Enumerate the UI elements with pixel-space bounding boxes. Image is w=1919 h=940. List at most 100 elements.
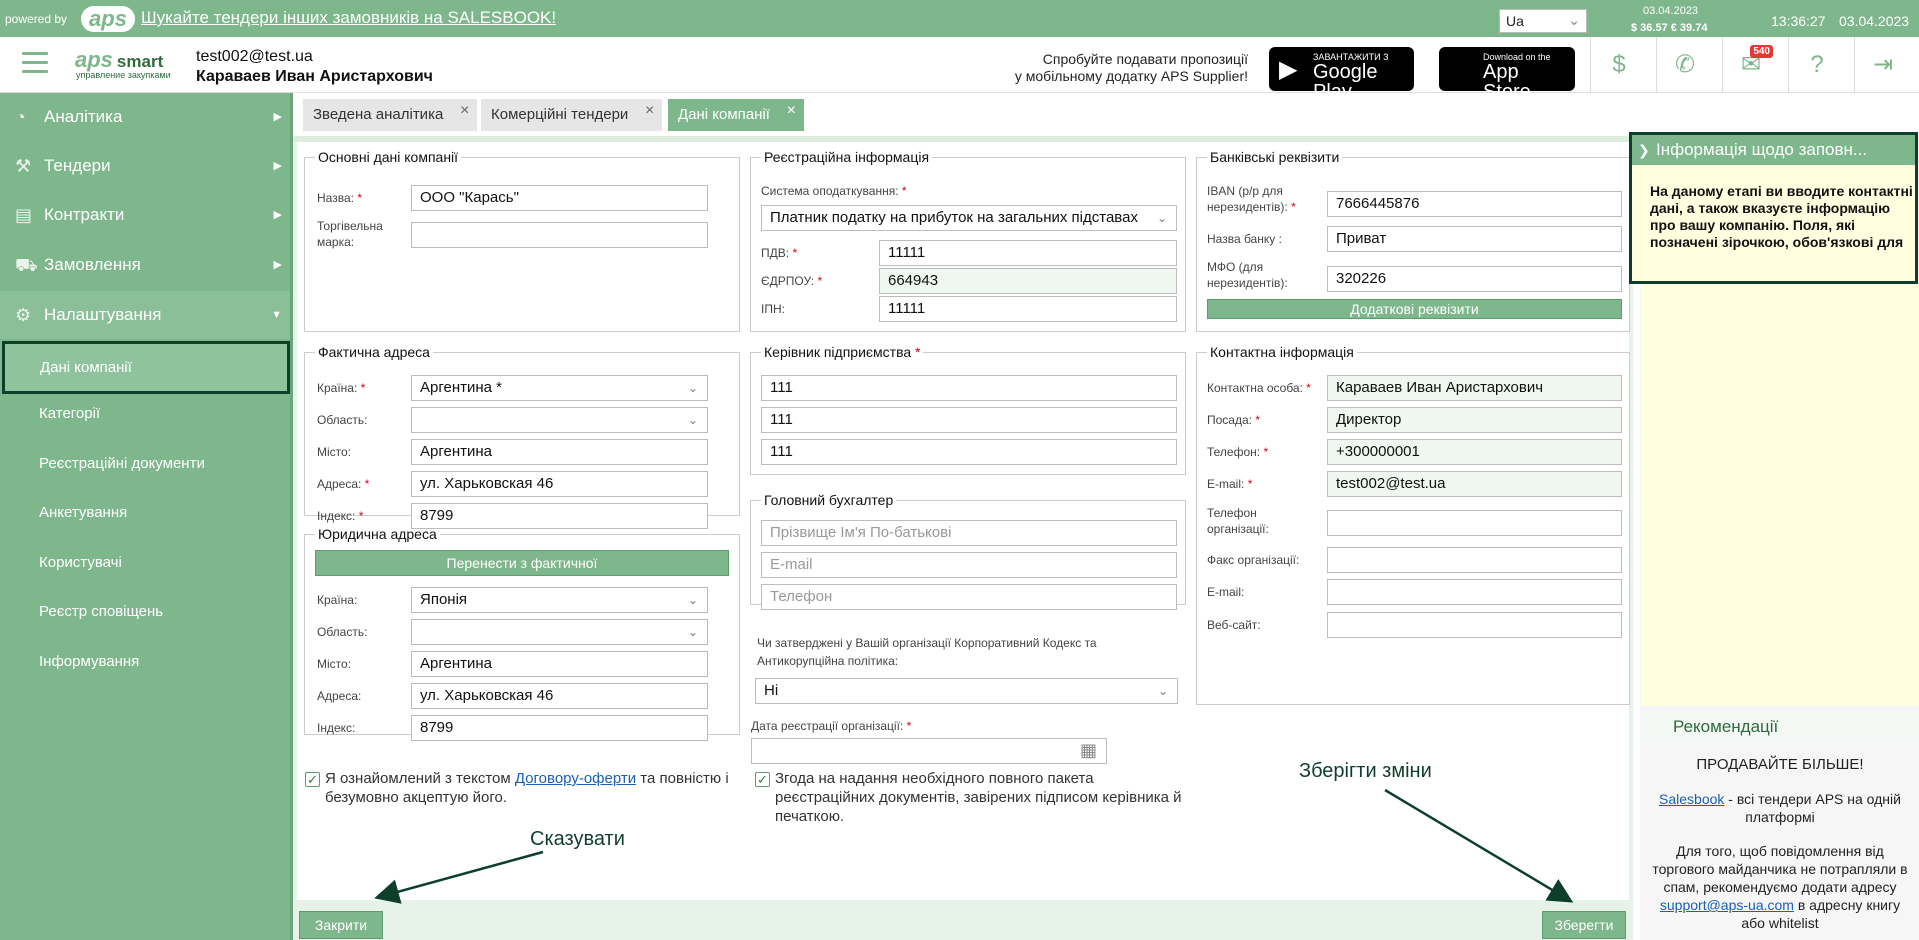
actual-region-select[interactable]: ⌄	[411, 407, 708, 433]
chevron-down-icon: ⌄	[1568, 12, 1580, 28]
sidebar-subitem-notifications-registry[interactable]: Реєстр сповіщень	[0, 592, 290, 632]
brand-label: Торгівельна марка:	[317, 219, 383, 249]
ipn-input[interactable]: 11111	[879, 296, 1177, 322]
mail-icon[interactable]: ✉ 540	[1722, 37, 1779, 93]
contact-person-label: Контактна особа: *	[1207, 381, 1311, 395]
sidebar-subitem-registration-documents[interactable]: Реєстраційні документи	[0, 444, 290, 484]
phone-icon[interactable]: ✆	[1656, 37, 1713, 93]
accountant-phone-input[interactable]: Телефон	[761, 584, 1177, 610]
region-label: Область:	[317, 413, 368, 427]
document-icon: ▤	[15, 205, 33, 225]
company-form: Основні дані компанії Назва: * ООО "Кара…	[297, 142, 1630, 900]
mobile-app-promo: Спробуйте подавати пропозиції у мобільно…	[1014, 51, 1248, 84]
bank-name-input[interactable]: Приват	[1327, 226, 1622, 252]
email-input[interactable]: test002@test.ua	[1327, 471, 1622, 497]
sidebar-subitem-company-data[interactable]: Дані компанії	[2, 341, 290, 394]
sidebar-item-orders[interactable]: ⛟ Замовлення ▶	[0, 241, 290, 289]
company-name-input[interactable]: ООО "Карась"	[411, 185, 708, 211]
tax-system-select[interactable]: Платник податку на прибуток на загальних…	[761, 205, 1177, 231]
app-store-button[interactable]: Download on the App Store	[1439, 47, 1575, 102]
actual-address-input[interactable]: ул. Харьковская 46	[411, 471, 708, 497]
accountant-email-input[interactable]: E-mail	[761, 552, 1177, 578]
contact-person-input[interactable]: Караваев Иван Аристархович	[1327, 375, 1622, 401]
sidebar-item-tenders[interactable]: ⚒ Тендери ▶	[0, 142, 290, 190]
sidebar-subitem-categories[interactable]: Категорії	[0, 394, 290, 434]
fax-input[interactable]	[1327, 547, 1622, 573]
chevron-circle-icon: ❯	[1638, 142, 1650, 158]
info-panel-header[interactable]: ❯ Інформація щодо заповн...	[1632, 135, 1915, 165]
phone-input[interactable]: +300000001	[1327, 439, 1622, 465]
iban-input[interactable]: 7666445876	[1327, 191, 1622, 217]
sidebar-item-settings[interactable]: ⚙ Налаштування ▼	[0, 291, 290, 339]
position-input[interactable]: Директор	[1327, 407, 1622, 433]
info-panel: ❯ Інформація щодо заповн... На даному ета…	[1629, 132, 1918, 284]
salesbook-promo-link[interactable]: Шукайте тендери інших замовників на SALE…	[141, 8, 556, 28]
actual-country-select[interactable]: Аргентина * ⌄	[411, 375, 708, 401]
director-field-3[interactable]: 111	[761, 439, 1177, 465]
director-field-2[interactable]: 111	[761, 407, 1177, 433]
chevron-down-icon: ⌄	[1156, 211, 1167, 225]
close-icon[interactable]: ×	[645, 95, 654, 127]
org-phone-label: Телефон організації:	[1207, 506, 1269, 536]
calendar-icon[interactable]: ▦	[1080, 740, 1097, 761]
director-field-1[interactable]: 111	[761, 375, 1177, 401]
website-input[interactable]	[1327, 612, 1622, 638]
header: aps smart управление закупками test002@te…	[0, 37, 1919, 102]
close-button[interactable]: Закрити	[299, 911, 383, 939]
google-play-button[interactable]: ▶ ЗАВАНТАЖИТИ З Google Play	[1269, 47, 1414, 102]
brand-input[interactable]	[411, 222, 708, 248]
language-select[interactable]: Ua ⌄	[1499, 9, 1587, 33]
section-title: Реєстраційна інформація	[764, 149, 930, 165]
support-email-link[interactable]: support@aps-ua.com	[1660, 897, 1794, 913]
aps-smart-subtitle: управление закупками	[76, 70, 171, 80]
close-icon[interactable]: ×	[787, 95, 796, 127]
chevron-right-icon: ▶	[273, 209, 282, 221]
org-email-input[interactable]	[1327, 579, 1622, 605]
section-title: Банківські реквізити	[1210, 149, 1340, 165]
tab-company-data[interactable]: Дані компанії ×	[668, 99, 804, 131]
sidebar-item-contracts[interactable]: ▤ Контракти ▶	[0, 191, 290, 239]
offer-contract-link[interactable]: Договору-оферти	[515, 770, 636, 787]
save-button[interactable]: Зберегти	[1542, 911, 1626, 939]
accountant-name-input[interactable]: Прізвище Ім'я По-батькові	[761, 520, 1177, 546]
sidebar-item-analytics[interactable]: ◔ Аналітика ▶	[0, 93, 290, 141]
sidebar-subitem-users[interactable]: Користувачі	[0, 543, 290, 583]
user-email: test002@test.ua	[196, 48, 313, 65]
edrpou-label: ЄДРПОУ: *	[761, 274, 823, 288]
language-value: Ua	[1506, 13, 1524, 29]
legal-country-select[interactable]: Японія ⌄	[411, 587, 708, 613]
index-label: Індекс: *	[317, 509, 364, 523]
sidebar-subitem-questionnaire[interactable]: Анкетування	[0, 493, 290, 533]
legal-region-select[interactable]: ⌄	[411, 619, 708, 645]
registration-date-input[interactable]	[751, 738, 1107, 764]
registration-date-label: Дата реєстрації організації: *	[751, 719, 912, 733]
edrpou-input[interactable]: 664943	[879, 268, 1177, 294]
name-label: Назва: *	[317, 191, 362, 205]
consent-checkbox[interactable]: ✓	[755, 772, 770, 787]
offer-checkbox[interactable]: ✓	[305, 772, 320, 787]
mfo-input[interactable]: 320226	[1327, 266, 1622, 292]
section-title: Контактна інформація	[1210, 344, 1354, 360]
vat-input[interactable]: 11111	[879, 240, 1177, 266]
menu-burger-icon[interactable]	[22, 52, 48, 74]
position-label: Посада: *	[1207, 413, 1260, 427]
help-icon[interactable]: ?	[1788, 37, 1845, 93]
tab-summary-analytics[interactable]: Зведена аналітика ×	[303, 99, 478, 131]
tax-label: Система оподаткування: *	[761, 184, 907, 198]
legal-address-input[interactable]: ул. Харьковская 46	[411, 683, 708, 709]
legal-city-input[interactable]: Аргентина	[411, 651, 708, 677]
org-phone-input[interactable]	[1327, 510, 1622, 536]
sidebar-subitem-informing[interactable]: Інформування	[0, 642, 290, 682]
salesbook-link[interactable]: Salesbook	[1659, 791, 1724, 807]
logout-icon[interactable]: ⇥	[1854, 37, 1911, 93]
legal-index-input[interactable]: 8799	[411, 715, 708, 741]
close-icon[interactable]: ×	[460, 95, 469, 127]
extra-details-button[interactable]: Додаткові реквізити	[1207, 299, 1622, 319]
corporate-code-select[interactable]: Ні ⌄	[755, 678, 1178, 704]
copy-from-actual-button[interactable]: Перенести з фактичної	[315, 550, 729, 576]
mail-badge: 540	[1750, 45, 1773, 58]
aps-logo[interactable]: aps	[81, 6, 135, 32]
dollar-icon[interactable]: $	[1590, 37, 1647, 93]
actual-city-input[interactable]: Аргентина	[411, 439, 708, 465]
tab-commercial-tenders[interactable]: Комерційні тендери ×	[481, 99, 663, 131]
